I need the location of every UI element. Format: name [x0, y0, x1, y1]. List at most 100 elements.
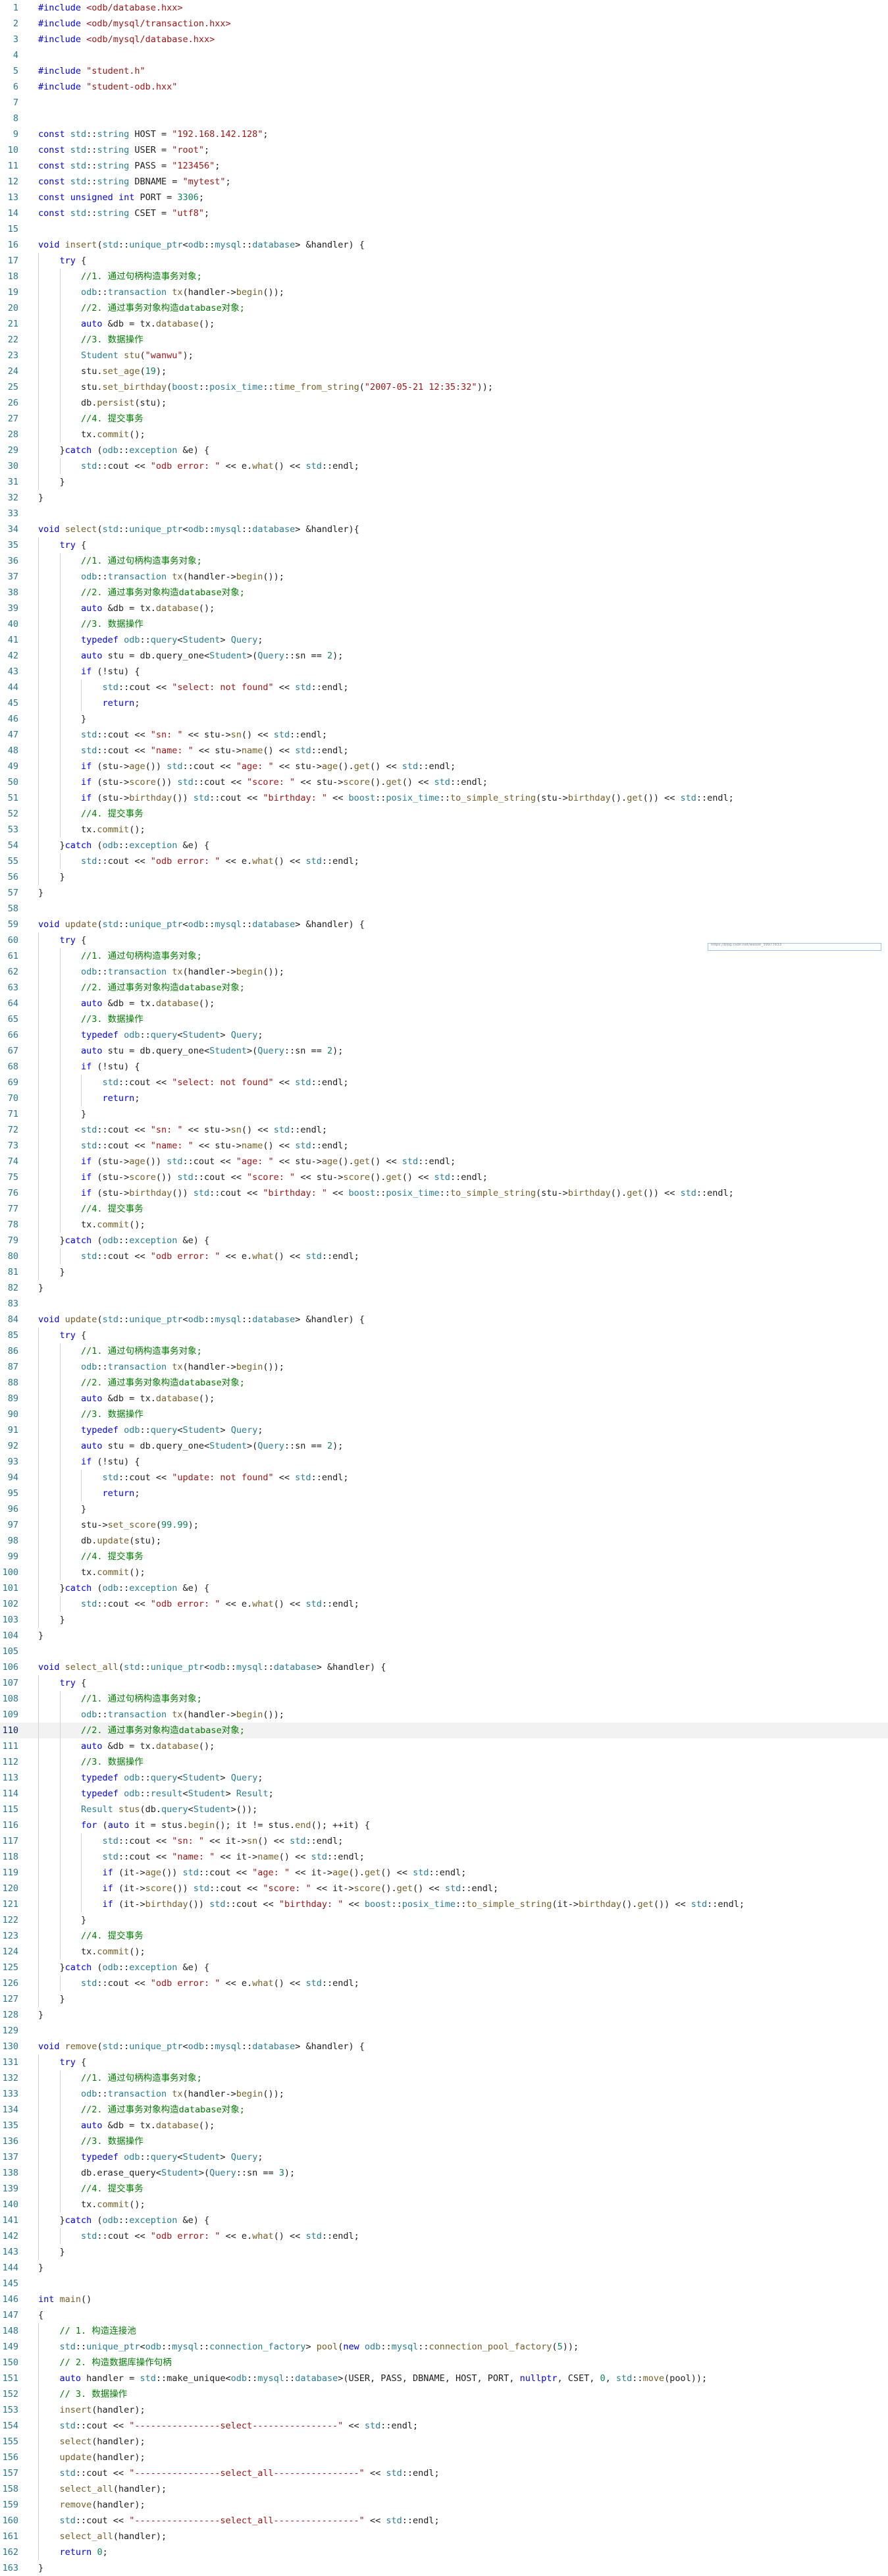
- code-line[interactable]: 85 try {: [0, 1328, 888, 1343]
- code-line[interactable]: 140 tx.commit();: [0, 2197, 888, 2213]
- code-line[interactable]: 142 std::cout << "odb error: " << e.what…: [0, 2228, 888, 2244]
- code-text[interactable]: auto &db = tx.database();: [38, 316, 215, 332]
- code-text[interactable]: tx.commit();: [38, 2197, 145, 2213]
- code-line[interactable]: 87 odb::transaction tx(handler->begin())…: [0, 1359, 888, 1375]
- code-line[interactable]: 25 stu.set_birthday(boost::posix_time::t…: [0, 379, 888, 395]
- code-line[interactable]: 74 if (stu->age()) std::cout << "age: " …: [0, 1154, 888, 1169]
- code-line[interactable]: 3 #include <odb/mysql/database.hxx>: [0, 32, 888, 47]
- code-text[interactable]: //3. 数据操作: [38, 1754, 144, 1770]
- code-line[interactable]: 145: [0, 2276, 888, 2292]
- code-line[interactable]: 7: [0, 95, 888, 111]
- code-line[interactable]: 9 const std::string HOST = "192.168.142.1…: [0, 126, 888, 142]
- code-line[interactable]: 146 int main(): [0, 2292, 888, 2307]
- code-line[interactable]: 59 void update(std::unique_ptr<odb::mysql…: [0, 917, 888, 932]
- code-text[interactable]: //4. 提交事务: [38, 806, 144, 822]
- code-line[interactable]: 114 typedef odb::result<Student> Result;: [0, 1786, 888, 1802]
- code-text[interactable]: auto handler = std::make_unique<odb::mys…: [38, 2371, 708, 2386]
- code-text[interactable]: if (!stu) {: [38, 1454, 140, 1470]
- code-line[interactable]: 44 std::cout << "select: not found" << s…: [0, 680, 888, 695]
- code-line[interactable]: 77 //4. 提交事务: [0, 1201, 888, 1217]
- code-line[interactable]: 28 tx.commit();: [0, 427, 888, 443]
- code-line[interactable]: 13 const unsigned int PORT = 3306;: [0, 190, 888, 205]
- code-line[interactable]: 23 Student stu("wanwu");: [0, 348, 888, 363]
- code-text[interactable]: tx.commit();: [38, 822, 145, 838]
- code-line[interactable]: 108 //1. 通过句柄构造事务对象;: [0, 1691, 888, 1707]
- code-text[interactable]: std::cout << "odb error: " << e.what() <…: [38, 458, 359, 474]
- code-line[interactable]: 128}: [0, 2007, 888, 2023]
- code-text[interactable]: remove(handler);: [38, 2497, 145, 2513]
- code-line[interactable]: 16 void insert(std::unique_ptr<odb::mysql…: [0, 237, 888, 253]
- code-text[interactable]: odb::transaction tx(handler->begin());: [38, 284, 284, 300]
- code-text[interactable]: }: [38, 2560, 43, 2576]
- code-text[interactable]: std::cout << "odb error: " << e.what() <…: [38, 1975, 359, 1991]
- code-text[interactable]: //1. 通过句柄构造事务对象;: [38, 1691, 202, 1707]
- code-text[interactable]: //4. 提交事务: [38, 1928, 144, 1944]
- code-text[interactable]: }catch (odb::exception &e) {: [38, 2213, 210, 2228]
- code-text[interactable]: try {: [38, 253, 87, 269]
- code-line[interactable]: 35 try {: [0, 537, 888, 553]
- code-text[interactable]: Student stu("wanwu");: [38, 348, 194, 363]
- code-text[interactable]: tx.commit();: [38, 1944, 145, 1960]
- code-text[interactable]: stu->set_score(99.99);: [38, 1517, 199, 1533]
- code-text[interactable]: typedef odb::query<Student> Query;: [38, 1770, 263, 1786]
- code-text[interactable]: if (stu->age()) std::cout << "age: " << …: [38, 759, 456, 774]
- code-text[interactable]: return;: [38, 1486, 140, 1501]
- code-text[interactable]: void update(std::unique_ptr<odb::mysql::…: [38, 1312, 365, 1328]
- code-text[interactable]: if (it->score()) std::cout << "score: " …: [38, 1881, 499, 1896]
- code-line[interactable]: 161 select_all(handler);: [0, 2529, 888, 2544]
- code-line[interactable]: 91 typedef odb::query<Student> Query;: [0, 1422, 888, 1438]
- code-line[interactable]: 90 //3. 数据操作: [0, 1407, 888, 1422]
- code-text[interactable]: }catch (odb::exception &e) {: [38, 443, 210, 458]
- code-line[interactable]: 118 std::cout << "name: " << it->name() …: [0, 1849, 888, 1865]
- code-line[interactable]: 52 //4. 提交事务: [0, 806, 888, 822]
- code-line[interactable]: 109 odb::transaction tx(handler->begin()…: [0, 1707, 888, 1723]
- code-text[interactable]: const std::string PASS = "123456";: [38, 158, 220, 174]
- code-text[interactable]: }: [38, 1628, 43, 1644]
- code-text[interactable]: typedef odb::result<Student> Result;: [38, 1786, 274, 1802]
- code-text[interactable]: typedef odb::query<Student> Query;: [38, 2149, 263, 2165]
- code-line[interactable]: 40 //3. 数据操作: [0, 616, 888, 632]
- code-line[interactable]: 1 #include <odb/database.hxx>: [0, 0, 888, 16]
- code-line[interactable]: 78 tx.commit();: [0, 1217, 888, 1233]
- code-line[interactable]: 99 //4. 提交事务: [0, 1549, 888, 1565]
- code-text[interactable]: const std::string USER = "root";: [38, 142, 209, 158]
- code-line[interactable]: 143 }: [0, 2244, 888, 2260]
- code-text[interactable]: }: [38, 869, 65, 885]
- code-line[interactable]: 95 return;: [0, 1486, 888, 1501]
- code-line[interactable]: 57}: [0, 885, 888, 901]
- code-text[interactable]: void insert(std::unique_ptr<odb::mysql::…: [38, 237, 365, 253]
- code-line[interactable]: 81 }: [0, 1264, 888, 1280]
- code-text[interactable]: void update(std::unique_ptr<odb::mysql::…: [38, 917, 365, 932]
- code-text[interactable]: tx.commit();: [38, 1217, 145, 1233]
- code-text[interactable]: try {: [38, 1675, 87, 1691]
- code-line[interactable]: 6 #include "student-odb.hxx": [0, 79, 888, 95]
- code-line[interactable]: 66 typedef odb::query<Student> Query;: [0, 1027, 888, 1043]
- code-text[interactable]: if (stu->score()) std::cout << "score: "…: [38, 1169, 488, 1185]
- code-line[interactable]: 47 std::cout << "sn: " << stu->sn() << s…: [0, 727, 888, 743]
- code-text[interactable]: std::cout << "sn: " << it->sn() << std::…: [38, 1833, 344, 1849]
- code-text[interactable]: }catch (odb::exception &e) {: [38, 838, 210, 853]
- code-line[interactable]: 55 std::cout << "odb error: " << e.what(…: [0, 853, 888, 869]
- code-text[interactable]: std::cout << "----------------select_all…: [38, 2513, 440, 2529]
- code-text[interactable]: // 2. 构造数据库操作句柄: [38, 2355, 172, 2371]
- code-line[interactable]: 64 auto &db = tx.database();: [0, 996, 888, 1011]
- code-text[interactable]: // 1. 构造连接池: [38, 2323, 136, 2339]
- code-line[interactable]: 96 }: [0, 1501, 888, 1517]
- code-line[interactable]: 63 //2. 通过事务对象构造database对象;: [0, 980, 888, 996]
- code-line[interactable]: 134 //2. 通过事务对象构造database对象;: [0, 2102, 888, 2118]
- code-line[interactable]: 147 {: [0, 2307, 888, 2323]
- code-text[interactable]: auto &db = tx.database();: [38, 601, 215, 616]
- code-text[interactable]: std::cout << "odb error: " << e.what() <…: [38, 1596, 359, 1612]
- code-text[interactable]: if (stu->birthday()) std::cout << "birth…: [38, 790, 734, 806]
- code-text[interactable]: try {: [38, 1328, 87, 1343]
- code-text[interactable]: //2. 通过事务对象构造database对象;: [38, 1723, 245, 1738]
- code-line[interactable]: 27 //4. 提交事务: [0, 411, 888, 427]
- code-line[interactable]: 58: [0, 901, 888, 917]
- code-text[interactable]: insert(handler);: [38, 2402, 145, 2418]
- code-text[interactable]: //1. 通过句柄构造事务对象;: [38, 2070, 202, 2086]
- code-line[interactable]: 138 db.erase_query<Student>(Query::sn ==…: [0, 2165, 888, 2181]
- code-text[interactable]: //3. 数据操作: [38, 616, 144, 632]
- code-line[interactable]: 122 }: [0, 1912, 888, 1928]
- code-line[interactable]: 98 db.update(stu);: [0, 1533, 888, 1549]
- code-line[interactable]: 136 //3. 数据操作: [0, 2133, 888, 2149]
